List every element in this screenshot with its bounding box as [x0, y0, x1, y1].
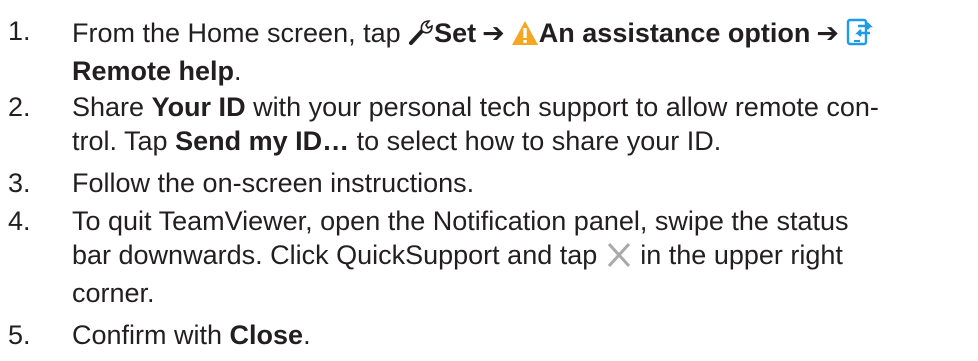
step-text: to select how to share your ID. — [349, 126, 722, 156]
step-number: 5. — [8, 320, 31, 350]
arrow-right-icon: ➔ — [816, 18, 839, 48]
send-my-id-label: Send my ID… — [175, 126, 350, 156]
wrench-icon — [408, 18, 434, 54]
your-id-label: Your ID — [151, 92, 246, 122]
step-body: Follow the on-screen instructions. — [72, 166, 972, 200]
step-text: Follow the on-screen instructions. — [72, 168, 475, 198]
arrow-right-icon: ➔ — [482, 18, 505, 48]
step-text: bar downwards. Click QuickSupport and ta… — [72, 240, 605, 270]
assistance-option-label: An assistance option — [538, 18, 811, 48]
step-text: . — [234, 56, 242, 86]
step-text: . — [303, 320, 311, 350]
step-line: Confirm with Close. — [72, 318, 972, 352]
step-body: Confirm with Close. — [72, 318, 972, 352]
step-body: From the Home screen, tap Set ➔ An assista… — [72, 14, 972, 88]
step-text: To quit TeamViewer, open the Notificatio… — [72, 206, 849, 236]
step-text: Confirm with — [72, 320, 230, 350]
step-line: Remote help. — [72, 54, 972, 88]
step-text: trol. Tap — [72, 126, 176, 156]
step-text: in the upper right — [632, 240, 843, 270]
step-number: 1. — [8, 16, 31, 46]
step-text: with your personal tech support to allow… — [245, 92, 879, 122]
set-label: Set — [434, 18, 477, 48]
step-number: 4. — [8, 206, 31, 236]
step-line: From the Home screen, tap Set ➔ An assista… — [72, 14, 972, 54]
close-x-icon — [605, 242, 633, 276]
close-label: Close — [229, 320, 304, 350]
step-body: Share Your ID with your personal tech su… — [72, 90, 972, 158]
step-number: 3. — [8, 168, 31, 198]
step-text: Share — [72, 92, 152, 122]
step-text: corner. — [72, 278, 155, 308]
step-number: 2. — [8, 92, 31, 122]
step-line: trol. Tap Send my ID… to select how to s… — [72, 124, 972, 158]
step-line: bar downwards. Click QuickSupport and ta… — [72, 238, 972, 276]
step-text: From the Home screen, tap — [72, 18, 409, 48]
warning-icon — [511, 20, 539, 54]
step-body: To quit TeamViewer, open the Notificatio… — [72, 204, 972, 310]
remote-help-label: Remote help — [72, 56, 235, 86]
step-line: Share Your ID with your personal tech su… — [72, 90, 972, 124]
phone-remote-icon — [845, 14, 875, 54]
